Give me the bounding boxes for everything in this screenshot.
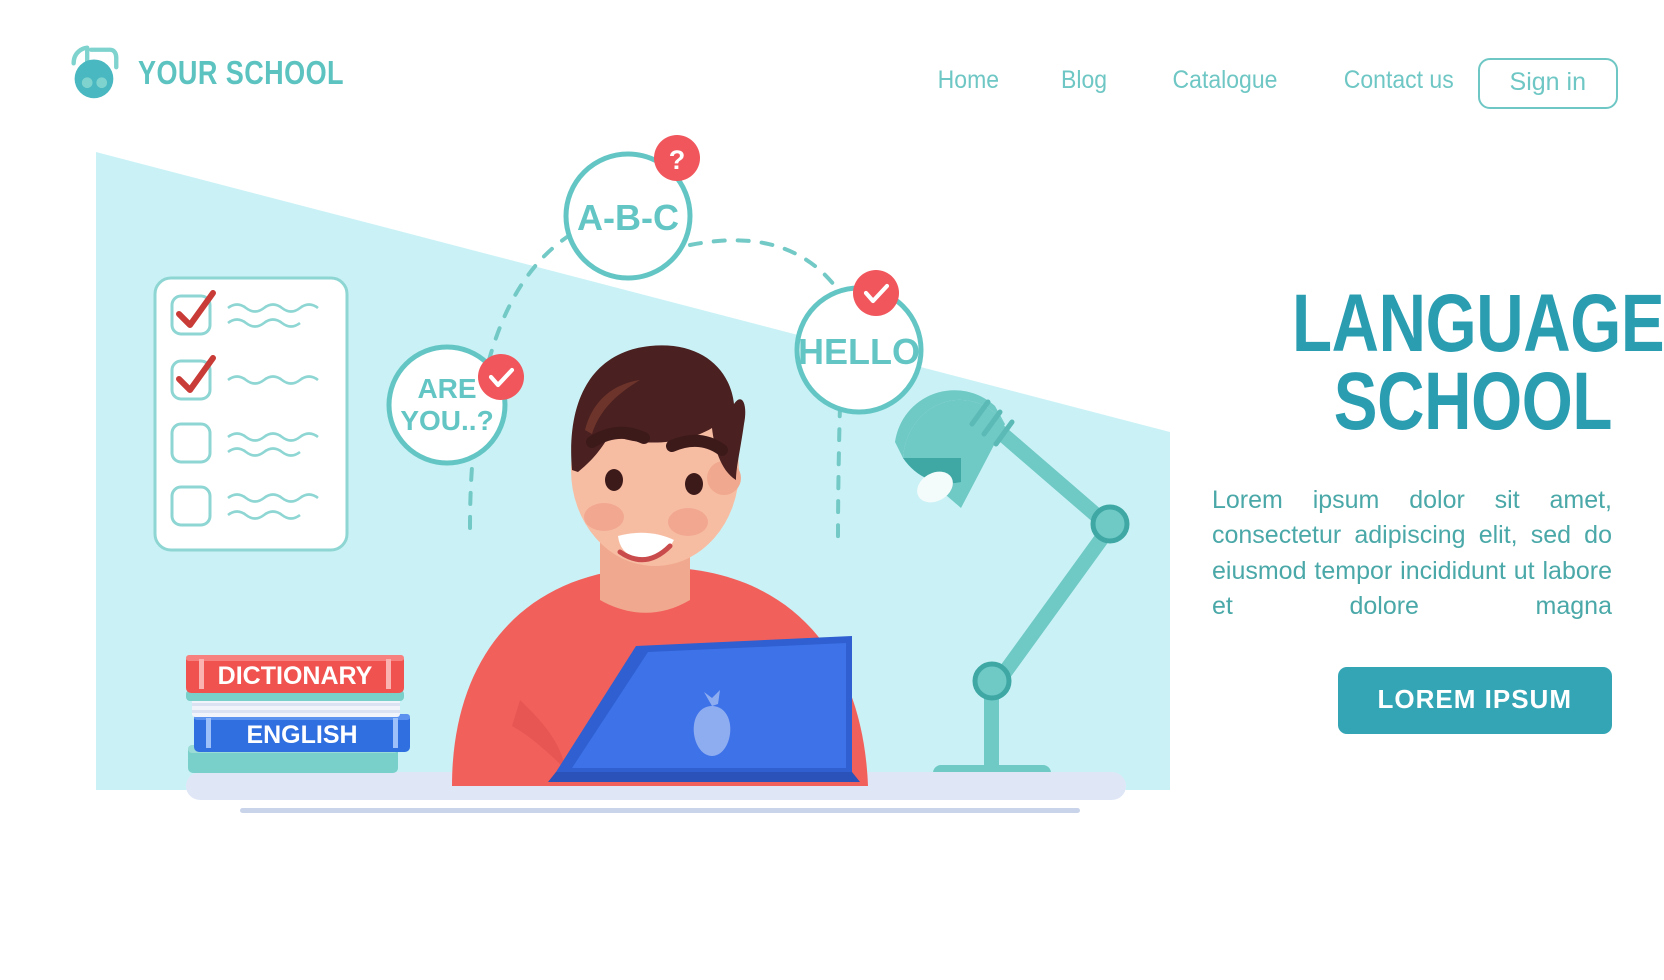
site-header: YOUR SCHOOL Home Blog Catalogue Contact … (0, 0, 1664, 140)
dash-abc-to-hello (688, 238, 840, 292)
bubble-are-you-line2: YOU..? (400, 405, 493, 436)
bubble-abc: A-B-C ? (563, 135, 700, 281)
hero-paragraph: Lorem ipsum dolor sit amet, consectetur … (1212, 485, 1612, 621)
brand-name: YOUR SCHOOL (138, 54, 344, 91)
page-title: LANGUAGE SCHOOL (1292, 283, 1664, 447)
main-nav: Home Blog Catalogue Contact us (906, 66, 1488, 95)
nav-home[interactable]: Home (911, 66, 1026, 95)
check-badge-are-you (478, 354, 524, 400)
dash-hello-down (836, 403, 842, 542)
school-bag-icon (71, 45, 119, 99)
bubble-hello-label: HELLO (798, 331, 920, 372)
book-stack: ENGLISH DICTIONARY (186, 655, 410, 773)
bubble-are-you: ARE YOU..? (386, 344, 524, 466)
nav-contact-us[interactable]: Contact us (1318, 66, 1481, 95)
brand-logo[interactable]: YOUR SCHOOL (62, 42, 389, 104)
bubble-are-you-line1: ARE (417, 373, 476, 404)
book-english-title: ENGLISH (246, 721, 357, 749)
desk-lamp (895, 390, 1130, 782)
nav-catalogue[interactable]: Catalogue (1145, 66, 1303, 95)
checkbox-4[interactable] (170, 485, 212, 527)
checkbox-3[interactable] (170, 422, 212, 464)
checklist-card (153, 276, 349, 552)
page-title-line2: SCHOOL (1333, 355, 1613, 447)
hero-copy: LANGUAGE SCHOOL Lorem ipsum dolor sit am… (1212, 283, 1664, 734)
question-mark-icon: ? (669, 145, 686, 175)
check-badge-hello (853, 270, 899, 316)
hero-cta-button[interactable]: LOREM IPSUM (1337, 666, 1612, 734)
nav-blog[interactable]: Blog (1035, 66, 1134, 95)
book-dictionary-title: DICTIONARY (218, 662, 373, 690)
bubble-abc-label: A-B-C (577, 197, 679, 238)
landing-page: YOUR SCHOOL Home Blog Catalogue Contact … (0, 0, 1664, 980)
sign-in-button[interactable]: Sign in (1477, 58, 1618, 109)
bubble-hello: HELLO (794, 270, 924, 415)
